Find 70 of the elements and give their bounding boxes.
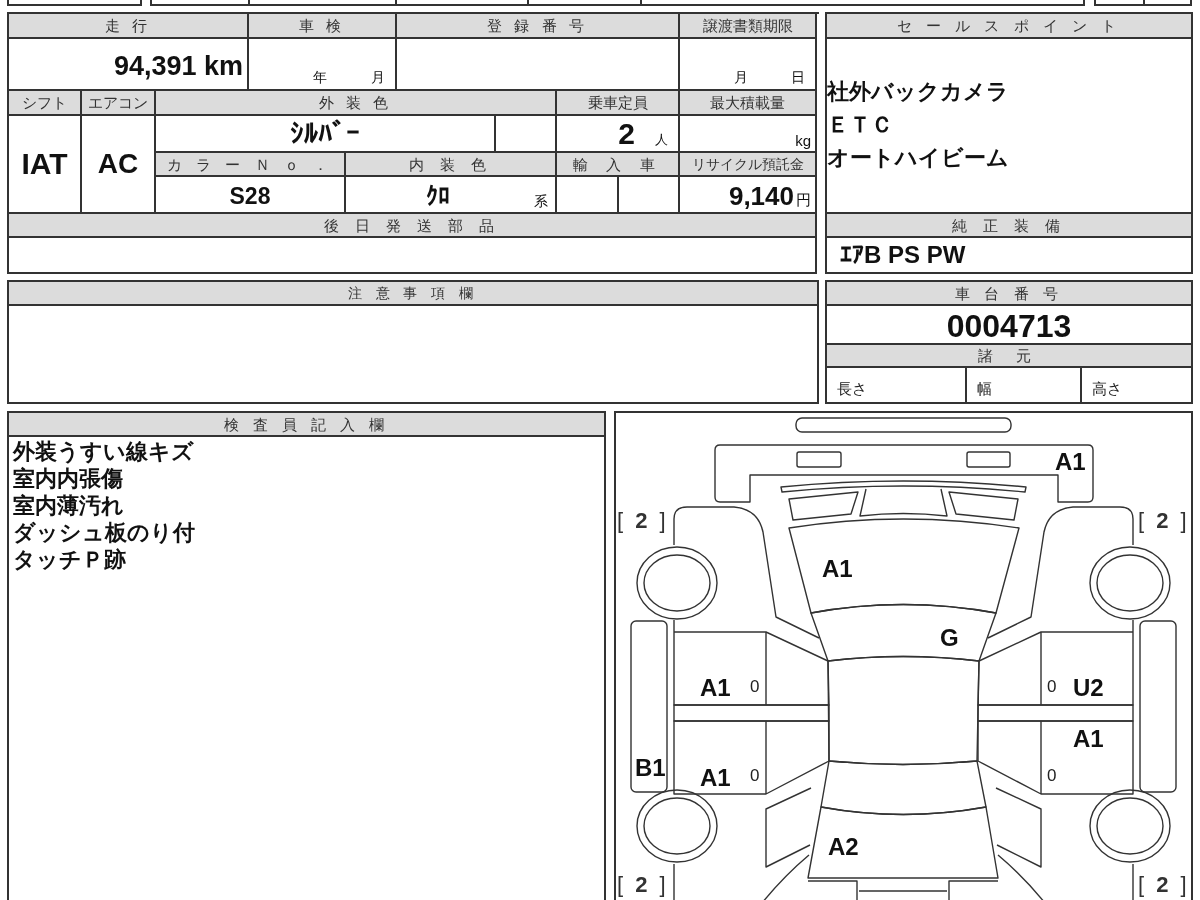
unit-label: 月 bbox=[734, 70, 748, 84]
damage-code: A1 bbox=[700, 676, 731, 700]
shift-value: IAT bbox=[9, 116, 82, 214]
damage-code: A1 bbox=[1073, 727, 1104, 751]
unit-label: 月 bbox=[371, 70, 385, 84]
recycle-fee-value: 9,140 bbox=[728, 183, 794, 209]
equipment-value: ｴｱB PS PW bbox=[827, 238, 1193, 274]
damage-code: A2 bbox=[828, 835, 859, 859]
damage-code: A1 bbox=[700, 766, 731, 790]
unit-label: 年 bbox=[313, 70, 327, 84]
edge-mark: 0 bbox=[1047, 767, 1057, 784]
unit-label: 人 bbox=[655, 133, 668, 146]
chassis-number-value: 0004713 bbox=[827, 306, 1193, 345]
header-cell: リサイクル預託金 bbox=[680, 153, 817, 177]
header-cell: エアコン bbox=[82, 91, 156, 116]
tire-rating: [ 2 ] bbox=[1138, 874, 1190, 896]
unit-label: 日 bbox=[791, 70, 805, 84]
header-cell: 後 日 発 送 部 品 bbox=[9, 214, 817, 238]
damage-code: A1 bbox=[1055, 450, 1086, 474]
sales-point-item: オートハイビーム bbox=[827, 144, 1010, 172]
aircon-value: AC bbox=[82, 116, 156, 214]
header-cell: カ ラ ー Ｎ ｏ ． bbox=[156, 153, 346, 177]
color-number-value: S28 bbox=[156, 177, 346, 214]
header-cell: 車 台 番 号 bbox=[827, 282, 1193, 306]
header-cell: 外 装 色 bbox=[156, 91, 557, 116]
tire-rating: [ 2 ] bbox=[1138, 510, 1190, 532]
edge-mark: 0 bbox=[750, 767, 760, 784]
remark-line: 外装うすい線キズ bbox=[13, 438, 194, 465]
damage-code: B1 bbox=[635, 756, 666, 780]
header-cell: シフト bbox=[9, 91, 82, 116]
sales-point-item: 社外バックカメラ bbox=[827, 78, 1010, 106]
edge-mark: 0 bbox=[1047, 678, 1057, 695]
header-cell: 輸 入 車 bbox=[557, 153, 680, 177]
header-cell: セ ー ル ス ポ イ ン ト bbox=[827, 14, 1193, 39]
vent-panel bbox=[788, 491, 859, 521]
header-cell: 検 査 員 記 入 欄 bbox=[9, 413, 606, 437]
header-cell: 最大積載量 bbox=[680, 91, 817, 116]
spec-label: 幅 bbox=[967, 368, 1082, 404]
header-cell: 車 検 bbox=[249, 14, 397, 39]
header-cell: 純 正 装 備 bbox=[827, 214, 1193, 238]
header-cell: 内 装 色 bbox=[346, 153, 557, 177]
spec-label: 長さ bbox=[827, 368, 967, 404]
unit-label: 系 bbox=[534, 194, 548, 208]
vent-panel bbox=[948, 491, 1019, 521]
header-cell: 諸 元 bbox=[827, 345, 1193, 368]
header-cell: 譲渡書類期限 bbox=[680, 14, 817, 39]
interior-color-value: ｸﾛ bbox=[426, 184, 450, 208]
damage-code: A1 bbox=[822, 557, 853, 581]
edge-mark: 0 bbox=[750, 678, 760, 695]
unit-label: kg bbox=[680, 116, 817, 153]
header-cell: 走 行 bbox=[9, 14, 249, 39]
remark-line: タッチＰ跡 bbox=[13, 546, 126, 573]
header-cell: 乗車定員 bbox=[557, 91, 680, 116]
damage-code: U2 bbox=[1073, 676, 1104, 700]
mileage-value: 94,391 km bbox=[9, 39, 249, 91]
remark-line: ダッシュ板のり付 bbox=[13, 519, 195, 546]
unit-label: 円 bbox=[796, 192, 811, 207]
tire-rating: [ 2 ] bbox=[617, 874, 669, 896]
damage-code: G bbox=[940, 626, 959, 650]
capacity-value: 2 bbox=[618, 119, 635, 149]
sales-point-item: ＥＴＣ bbox=[827, 111, 894, 139]
spec-label: 高さ bbox=[1082, 368, 1193, 404]
headlight bbox=[796, 451, 842, 468]
exterior-color-value: ｼﾙﾊﾞｰ bbox=[156, 116, 496, 153]
headlight bbox=[966, 451, 1011, 468]
tire-rating: [ 2 ] bbox=[617, 510, 669, 532]
remark-line: 室内内張傷 bbox=[13, 465, 123, 492]
remark-line: 室内薄汚れ bbox=[13, 492, 124, 519]
header-cell: 注 意 事 項 欄 bbox=[9, 282, 819, 306]
header-cell: 登 録 番 号 bbox=[397, 14, 680, 39]
